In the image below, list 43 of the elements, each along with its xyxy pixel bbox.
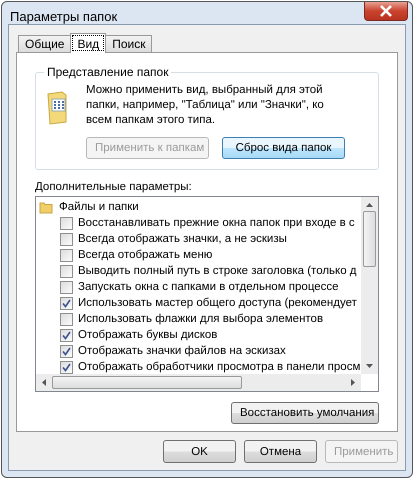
- checkbox[interactable]: [60, 328, 73, 342]
- option-label: Отображать значки файлов на эскизах: [78, 345, 286, 357]
- dialog-button[interactable]: OK: [163, 440, 236, 463]
- option-label: Восстанавливать прежние окна папок при входе в с: [78, 217, 355, 229]
- checkbox[interactable]: [60, 264, 73, 278]
- section-label: Дополнительные параметры:: [35, 181, 193, 193]
- close-button[interactable]: [364, 2, 408, 21]
- folder-view-button[interactable]: Сброс вида папок: [222, 137, 345, 159]
- option-label: Всегда отображать значки, а не эскизы: [78, 233, 287, 245]
- scroll-left-icon[interactable]: [42, 379, 46, 386]
- scroll-thumb[interactable]: [363, 211, 376, 267]
- scroll-down-icon[interactable]: [366, 364, 373, 368]
- option-label: Отображать буквы дисков: [78, 329, 218, 341]
- checkbox[interactable]: [60, 312, 73, 326]
- checkbox[interactable]: [60, 248, 73, 262]
- option-label: Использовать мастер общего доступа (рекомендует: [78, 297, 357, 309]
- close-icon: [379, 5, 393, 17]
- option-label: Выводить полный путь в строке заголовка (только д: [78, 265, 357, 277]
- checkbox[interactable]: [60, 296, 73, 310]
- checkbox[interactable]: [60, 232, 73, 246]
- checkbox[interactable]: [60, 344, 73, 358]
- option-label: Использовать флажки для выбора элементов: [78, 313, 324, 325]
- tab[interactable]: Вид: [70, 33, 106, 53]
- option-label: Отображать обработчики просмотра в панели просм: [78, 361, 360, 373]
- vertical-scrollbar[interactable]: [361, 197, 378, 374]
- tree-item[interactable]: Файлы и папки: [59, 201, 139, 213]
- checkbox[interactable]: [60, 216, 73, 230]
- folder-icon: [39, 200, 53, 214]
- window-title: Параметры папок: [10, 9, 118, 24]
- description-text: Можно применить вид, выбранный для этой папки, например, "Таблица" или "Значки", ко всем папкам этого типа.: [86, 83, 325, 128]
- tab[interactable]: Общие: [18, 35, 72, 52]
- tab[interactable]: Поиск: [105, 35, 152, 52]
- horizontal-scrollbar[interactable]: [36, 374, 361, 391]
- scroll-up-icon[interactable]: [366, 203, 373, 207]
- option-label: Запускать окна с папками в отдельном процессе: [78, 281, 339, 293]
- group-title: Представление папок: [46, 65, 170, 79]
- restore-defaults-button[interactable]: Восстановить умолчания: [231, 402, 379, 424]
- option-label: Всегда отображать меню: [78, 249, 212, 261]
- scroll-right-icon[interactable]: [351, 379, 355, 386]
- checkbox[interactable]: [60, 280, 73, 294]
- dialog-button[interactable]: Отмена: [244, 440, 317, 463]
- scroll-thumb[interactable]: [52, 376, 242, 389]
- checkbox[interactable]: [60, 360, 73, 374]
